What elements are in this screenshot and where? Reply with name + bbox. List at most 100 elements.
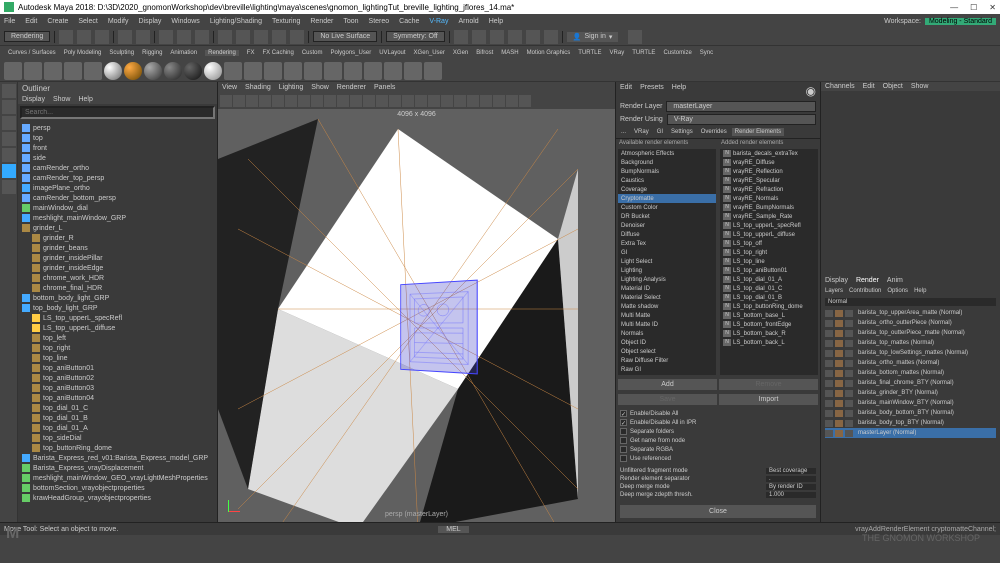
shelf-sphere-icon[interactable]	[104, 62, 122, 80]
added-element-item[interactable]: NLS_top_aniButton01	[720, 266, 818, 275]
menu-help[interactable]: Help	[489, 18, 503, 25]
re-tab[interactable]: ...	[618, 128, 629, 136]
added-element-item[interactable]: NLS_top_upperL_diffuse	[720, 230, 818, 239]
menu-stereo[interactable]: Stereo	[369, 18, 390, 25]
shelf-icon[interactable]	[304, 62, 322, 80]
shelf-icon[interactable]	[224, 62, 242, 80]
tree-item[interactable]: Barista_Express_red_v01:Barista_Express_…	[20, 453, 215, 463]
close-button[interactable]: Close	[620, 505, 816, 518]
shelf-tab[interactable]: Polygons_User	[331, 50, 372, 56]
added-element-item[interactable]: NvrayRE_BumpNormals	[720, 203, 818, 212]
shelf-tab[interactable]: FX	[247, 50, 255, 56]
outliner-menu-display[interactable]: Display	[22, 96, 45, 103]
hypershade-icon[interactable]	[526, 30, 540, 44]
shelf-tab[interactable]: Rigging	[142, 50, 162, 56]
tree-item[interactable]: top	[20, 133, 215, 143]
available-element-item[interactable]: Raw GI	[618, 365, 716, 374]
layer-tab-anim[interactable]: Anim	[887, 277, 903, 284]
tool[interactable]	[2, 180, 16, 194]
select-mode-icon[interactable]	[159, 30, 173, 44]
vp-icon[interactable]	[233, 95, 245, 107]
menu-texturing[interactable]: Texturing	[272, 18, 300, 25]
added-element-item[interactable]: NvrayRE_Sample_Rate	[720, 212, 818, 221]
lasso-icon[interactable]	[177, 30, 191, 44]
added-element-item[interactable]: NLS_bottom_back_L	[720, 338, 818, 347]
menu-cache[interactable]: Cache	[399, 18, 419, 25]
marketplace-icon[interactable]	[628, 30, 642, 44]
available-element-item[interactable]: Object select	[618, 347, 716, 356]
signin-button[interactable]: 👤 Sign in ▾	[567, 32, 619, 42]
vp-menu-renderer[interactable]: Renderer	[337, 84, 366, 91]
vp-menu-shading[interactable]: Shading	[245, 84, 271, 91]
available-element-item[interactable]: Atmospheric Effects	[618, 149, 716, 158]
render-layer-item[interactable]: barista_grinder_BTY (Normal)	[825, 388, 996, 398]
render-layer-item[interactable]: barista_bottom_mattes (Normal)	[825, 368, 996, 378]
vp-icon[interactable]	[493, 95, 505, 107]
tree-item[interactable]: camRender_ortho	[20, 163, 215, 173]
tree-item[interactable]: top_aniButton02	[20, 373, 215, 383]
channels-tab[interactable]: Channels	[825, 83, 855, 90]
shelf-icon[interactable]	[244, 62, 262, 80]
tree-item[interactable]: chrome_work_HDR	[20, 273, 215, 283]
re-option[interactable]: Enable/Disable All in IPR	[620, 418, 816, 427]
tree-item[interactable]: camRender_bottom_persp	[20, 193, 215, 203]
available-element-item[interactable]: Coverage	[618, 185, 716, 194]
vp-icon[interactable]	[272, 95, 284, 107]
tree-item[interactable]: top_aniButton03	[20, 383, 215, 393]
render-settings-icon[interactable]	[508, 30, 522, 44]
tree-item[interactable]: top_right	[20, 343, 215, 353]
tree-item[interactable]: top_body_light_GRP	[20, 303, 215, 313]
rotate-tool[interactable]	[2, 132, 16, 146]
menu-arnold[interactable]: Arnold	[458, 18, 478, 25]
render-icon[interactable]	[472, 30, 486, 44]
render-layer-item[interactable]: barista_top_mattes (Normal)	[825, 338, 996, 348]
tree-item[interactable]: LS_top_upperL_diffuse	[20, 323, 215, 333]
tree-item[interactable]: top_buttonRing_dome	[20, 443, 215, 453]
available-element-item[interactable]: Raw Light	[618, 374, 716, 375]
tree-item[interactable]: meshlight_mainWindow_GEO_vrayLightMeshPr…	[20, 473, 215, 483]
tree-item[interactable]: bottom_body_light_GRP	[20, 293, 215, 303]
added-element-item[interactable]: NLS_top_line	[720, 257, 818, 266]
vp-icon[interactable]	[428, 95, 440, 107]
layer-mode-dropdown[interactable]: Normal	[825, 298, 996, 306]
available-element-item[interactable]: Multi Matte	[618, 311, 716, 320]
vp-icon[interactable]	[519, 95, 531, 107]
tree-item[interactable]: meshlight_mainWindow_GRP	[20, 213, 215, 223]
shelf-icon[interactable]	[404, 62, 422, 80]
tree-item[interactable]: mainWindow_dial	[20, 203, 215, 213]
layers-menu[interactable]: Help	[914, 288, 926, 294]
tree-item[interactable]: top_left	[20, 333, 215, 343]
available-element-item[interactable]: Extra Tex	[618, 239, 716, 248]
new-scene-icon[interactable]	[59, 30, 73, 44]
added-element-item[interactable]: NvrayRE_Specular	[720, 176, 818, 185]
vp-icon[interactable]	[415, 95, 427, 107]
snap-curve-icon[interactable]	[236, 30, 250, 44]
shelf-icon[interactable]	[24, 62, 42, 80]
available-element-item[interactable]: GI	[618, 248, 716, 257]
render-layer-item[interactable]: barista_top_upperArea_matte (Normal)	[825, 308, 996, 318]
added-element-item[interactable]: NLS_top_dial_01_A	[720, 275, 818, 284]
vp-icon[interactable]	[220, 95, 232, 107]
deepthresh-input[interactable]: 1.000	[766, 492, 816, 498]
tree-item[interactable]: grinder_L	[20, 223, 215, 233]
vp-icon[interactable]	[311, 95, 323, 107]
menu-create[interactable]: Create	[47, 18, 68, 25]
tree-item[interactable]: top_dial_01_C	[20, 403, 215, 413]
shelf-tab[interactable]: Sculpting	[109, 50, 134, 56]
maximize-button[interactable]: ☐	[970, 3, 977, 12]
layers-menu[interactable]: Contribution	[849, 288, 881, 294]
select-tool[interactable]	[2, 84, 16, 98]
available-element-item[interactable]: Matte shadow	[618, 302, 716, 311]
outliner-search[interactable]	[20, 106, 215, 119]
available-element-item[interactable]: Multi Matte ID	[618, 320, 716, 329]
shelf-icon[interactable]	[64, 62, 82, 80]
menu-render[interactable]: Render	[310, 18, 333, 25]
menu-set-dropdown[interactable]: Rendering	[4, 31, 50, 42]
shelf-tab[interactable]: VRay	[610, 50, 625, 56]
available-element-item[interactable]: BumpNormals	[618, 167, 716, 176]
added-elements-list[interactable]: Nbarista_decals_extraTexNvrayRE_DiffuseN…	[720, 149, 818, 375]
added-element-item[interactable]: NLS_bottom_back_R	[720, 329, 818, 338]
shelf-icon[interactable]	[284, 62, 302, 80]
channels-tab[interactable]: Show	[911, 83, 929, 90]
tree-item[interactable]: Barista_Express_vrayDisplacement	[20, 463, 215, 473]
